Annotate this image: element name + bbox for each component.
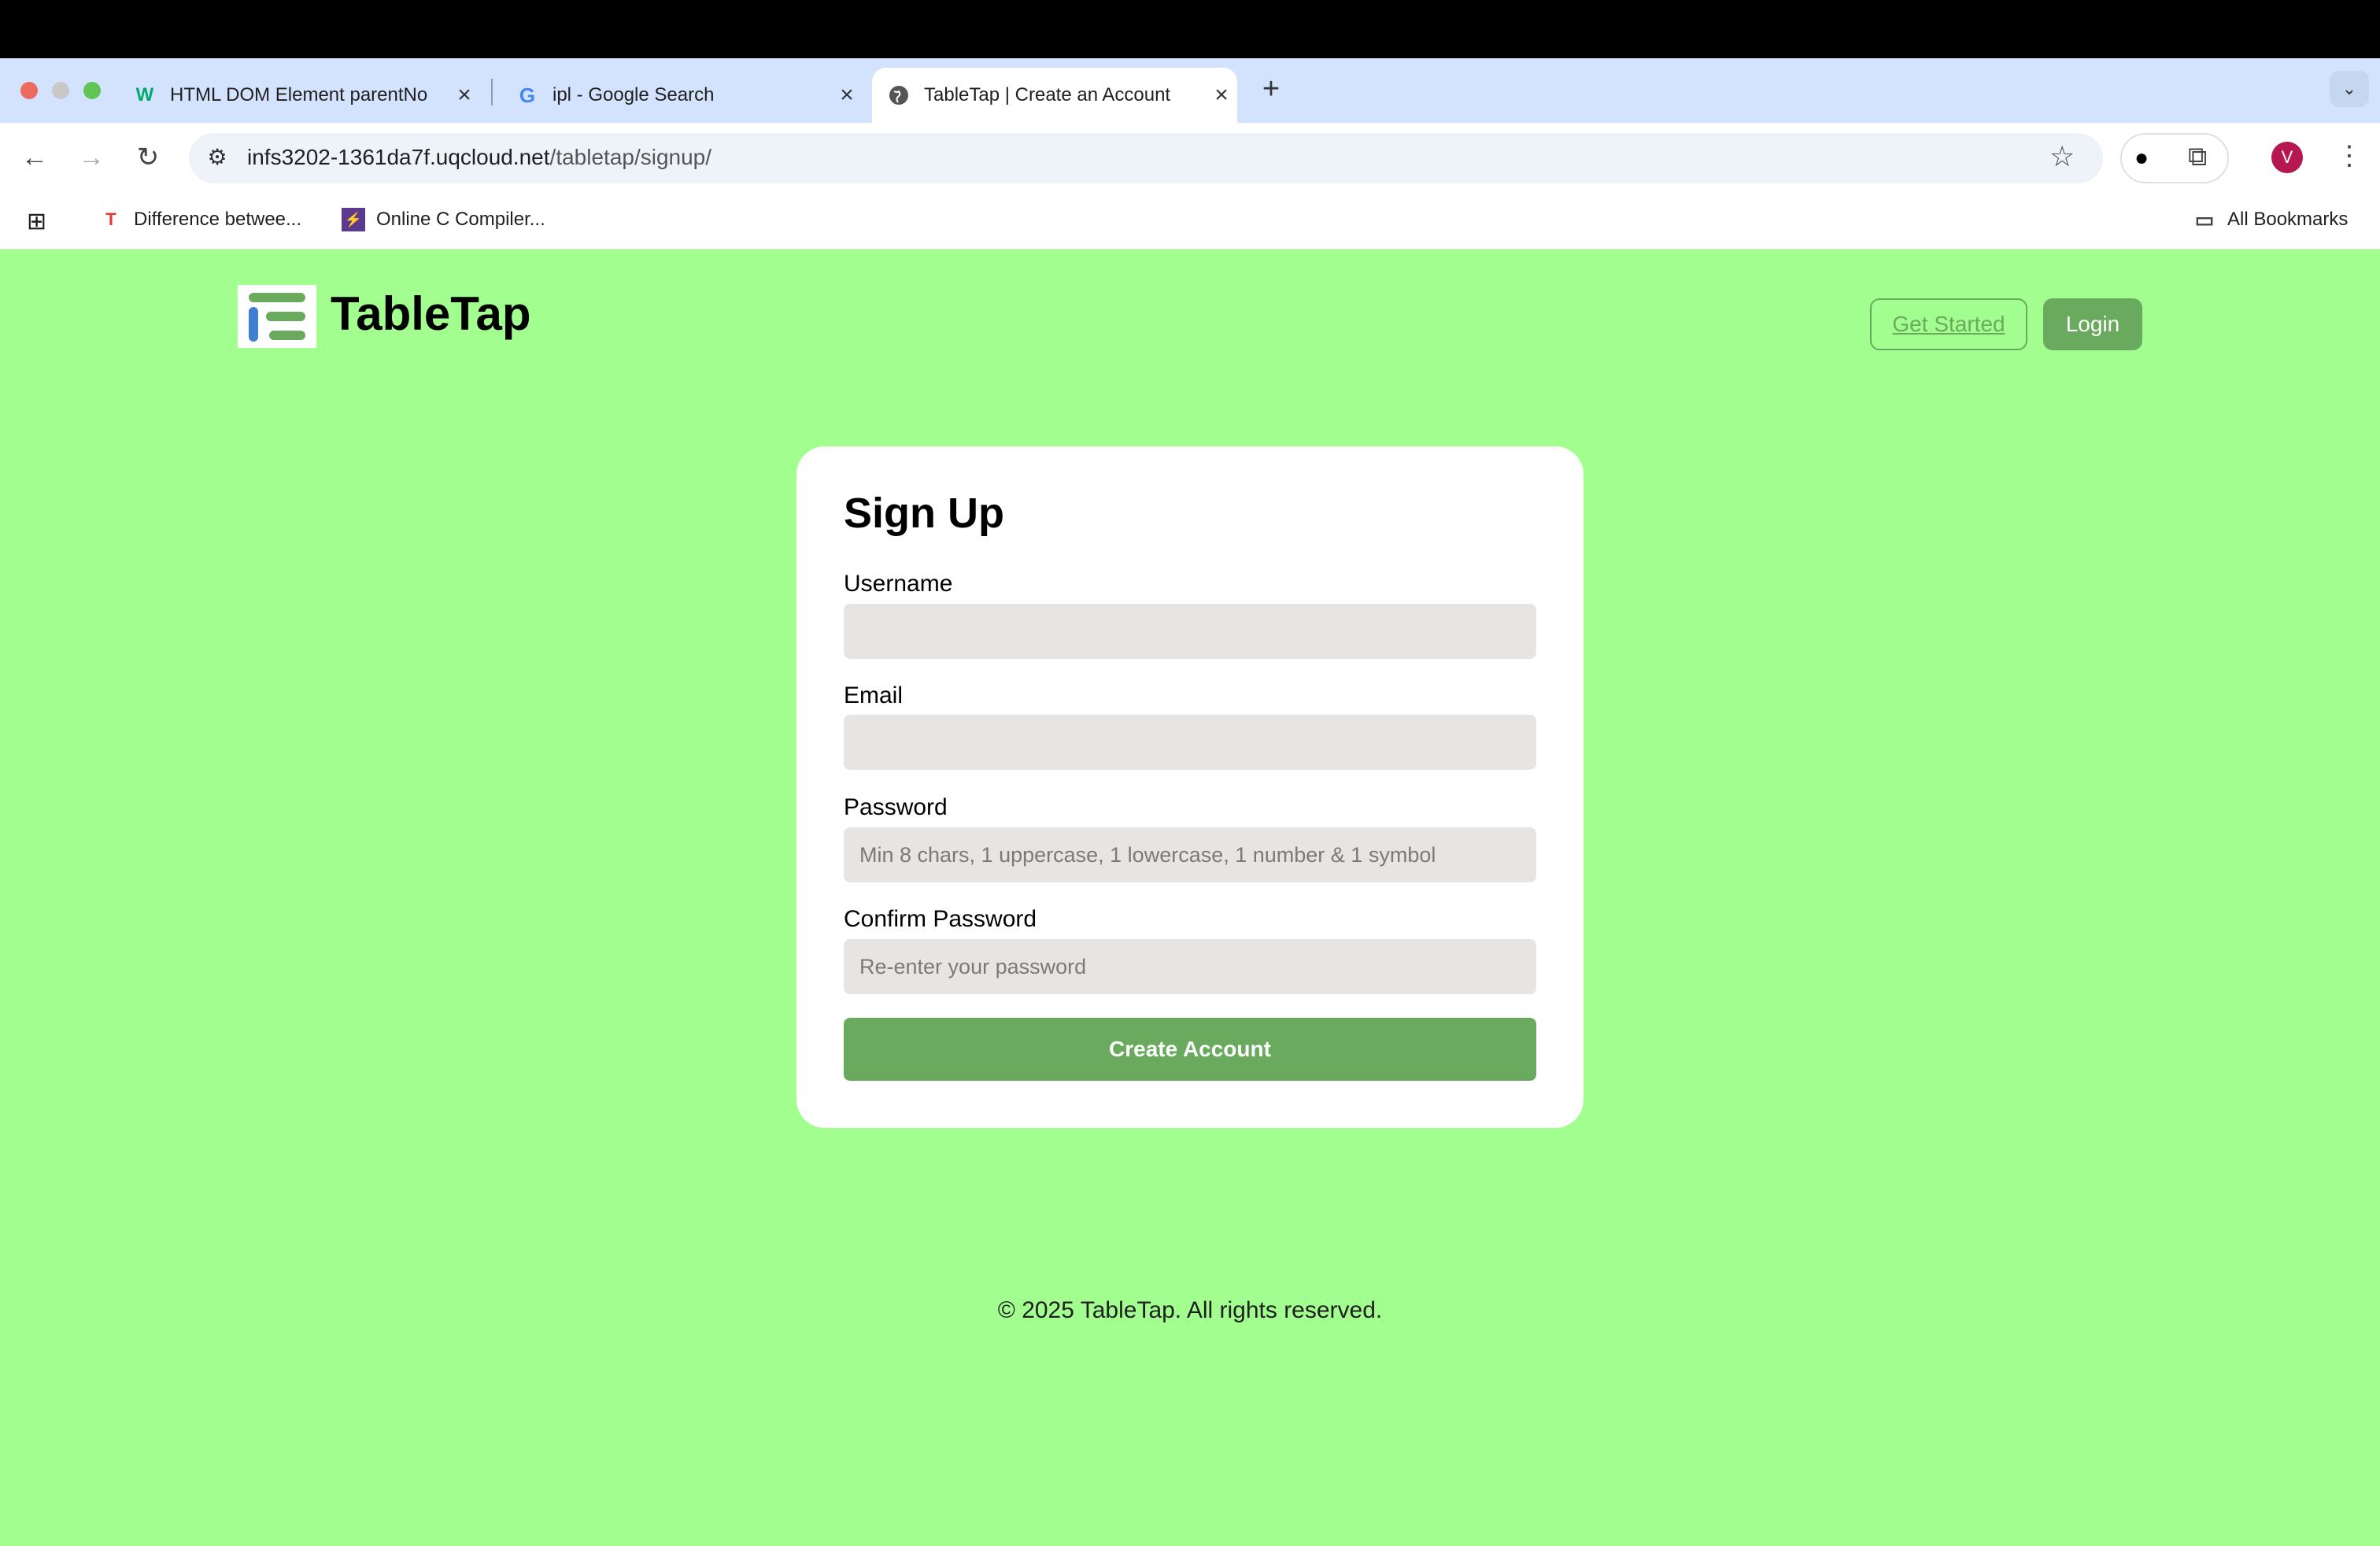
url-text[interactable]: infs3202-1361da7f.uqcloud.net/tabletap/s… bbox=[247, 145, 711, 170]
close-window-button[interactable] bbox=[20, 82, 38, 99]
bookmark-online-c-compiler[interactable]: ⚡ Online C Compiler... bbox=[342, 208, 545, 231]
tab-title: ipl - Google Search bbox=[552, 84, 715, 105]
globe-icon bbox=[888, 84, 910, 106]
url-path: /tabletap/signup/ bbox=[549, 145, 712, 169]
tabletap-logo[interactable] bbox=[238, 285, 316, 348]
bookmark-label: Difference betwee... bbox=[134, 209, 302, 230]
tab-google-search[interactable]: G ipl - Google Search × bbox=[501, 68, 863, 123]
password-label: Password bbox=[844, 794, 948, 820]
t-logo-icon: T bbox=[105, 209, 116, 229]
bookmark-star-icon[interactable]: ☆ bbox=[2049, 140, 2075, 173]
google-icon: G bbox=[519, 83, 536, 107]
tab-w3schools[interactable]: W HTML DOM Element parentNo × bbox=[118, 68, 480, 123]
puzzle-extensions-icon[interactable]: ⧉ bbox=[2188, 142, 2207, 172]
url-host: infs3202-1361da7f.uqcloud.net bbox=[247, 145, 550, 169]
folder-icon: ▭ bbox=[2194, 207, 2215, 231]
tab-title: HTML DOM Element parentNo bbox=[170, 84, 428, 105]
form-title: Sign Up bbox=[844, 490, 1004, 537]
close-icon[interactable]: × bbox=[1206, 82, 1237, 109]
close-icon[interactable]: × bbox=[449, 82, 480, 109]
confirm-password-input[interactable] bbox=[844, 939, 1536, 994]
all-bookmarks[interactable]: ▭ All Bookmarks bbox=[2193, 207, 2349, 231]
tab-search-button[interactable]: ⌄ bbox=[2330, 71, 2369, 107]
maximize-window-button[interactable] bbox=[83, 82, 101, 99]
get-started-button[interactable]: Get Started bbox=[1870, 298, 2027, 350]
email-input[interactable] bbox=[844, 715, 1536, 770]
tab-title: TableTap | Create an Account bbox=[924, 84, 1171, 105]
profile-avatar[interactable]: V bbox=[2271, 142, 2303, 173]
bookmark-label: Online C Compiler... bbox=[376, 209, 545, 230]
close-icon[interactable]: × bbox=[831, 82, 863, 109]
tab-tabletap[interactable]: TableTap | Create an Account × bbox=[872, 68, 1237, 123]
new-tab-button[interactable]: + bbox=[1253, 71, 1289, 107]
site-settings-icon[interactable]: ⚙ bbox=[201, 142, 233, 173]
footer-copyright: © 2025 TableTap. All rights reserved. bbox=[997, 1297, 1383, 1323]
confirm-password-label: Confirm Password bbox=[844, 906, 1037, 932]
back-button[interactable]: ← bbox=[16, 139, 54, 176]
minimize-window-button[interactable] bbox=[52, 82, 69, 99]
login-button[interactable]: Login bbox=[2043, 298, 2142, 350]
lightning-icon: ⚡ bbox=[342, 208, 365, 231]
more-menu-icon[interactable]: ⋮ bbox=[2336, 140, 2363, 172]
macos-menubar bbox=[0, 0, 2380, 58]
reload-button[interactable]: ↻ bbox=[129, 139, 167, 176]
create-account-button[interactable]: Create Account bbox=[844, 1018, 1536, 1081]
css-extension-icon[interactable]: ● bbox=[2134, 145, 2149, 172]
tab-separator bbox=[491, 79, 493, 105]
apps-grid-icon[interactable]: ⊞ bbox=[27, 208, 46, 235]
email-label: Email bbox=[844, 682, 904, 708]
signup-card: Sign Up Username Email Password Confirm … bbox=[796, 446, 1584, 1128]
username-label: Username bbox=[844, 571, 953, 597]
forward-button[interactable]: → bbox=[72, 139, 110, 176]
password-input[interactable] bbox=[844, 827, 1536, 882]
all-bookmarks-label: All Bookmarks bbox=[2227, 209, 2349, 230]
brand-name[interactable]: TableTap bbox=[331, 287, 530, 341]
w3schools-icon: W bbox=[135, 84, 154, 105]
username-input[interactable] bbox=[844, 604, 1536, 659]
bookmark-difference[interactable]: T Difference betwee... bbox=[99, 208, 301, 231]
